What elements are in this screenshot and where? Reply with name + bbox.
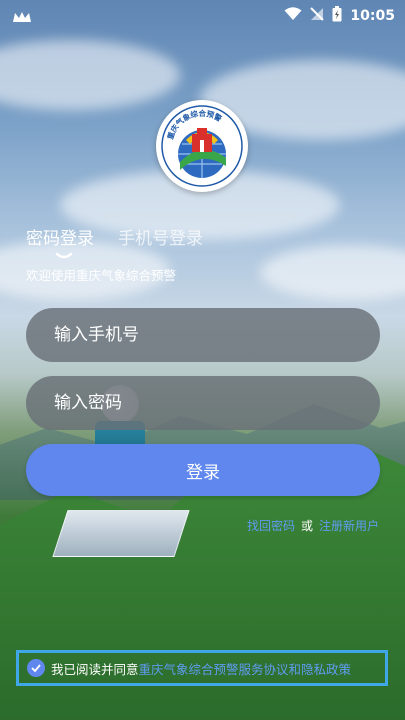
- phone-field: [26, 308, 380, 362]
- cloud: [260, 245, 405, 300]
- wifi-icon: [284, 7, 302, 25]
- password-input[interactable]: [52, 392, 380, 414]
- password-field: [26, 376, 380, 430]
- cloud: [0, 40, 180, 110]
- agreement-checkbox[interactable]: [27, 659, 45, 677]
- agreement-text: 我已阅读并同意: [51, 661, 139, 677]
- tab-indicator: [55, 252, 73, 259]
- battery-charging-icon: [332, 6, 342, 26]
- welcome-text: 欢迎使用重庆气象综合预警: [26, 268, 177, 283]
- tab-phone-login[interactable]: 手机号登录: [118, 224, 203, 249]
- agreement-row: 我已阅读并同意 重庆气象综合预警服务协议和隐私政策: [16, 650, 388, 686]
- app-logo: 重庆气象综合预警: [156, 100, 248, 192]
- status-bar: 10:05: [0, 0, 405, 30]
- checkmark-icon: [31, 664, 41, 673]
- phone-input[interactable]: [52, 324, 380, 346]
- forgot-password-link[interactable]: 找回密码: [247, 517, 295, 534]
- logo-emblem-icon: 重庆气象综合预警: [158, 102, 246, 190]
- glass-building: [52, 510, 190, 557]
- status-time: 10:05: [350, 8, 395, 24]
- status-right: 10:05: [284, 6, 395, 26]
- no-signal-icon: [310, 7, 325, 25]
- policy-link[interactable]: 重庆气象综合预警服务协议和隐私政策: [139, 659, 352, 678]
- or-text: 或: [300, 519, 313, 533]
- login-button[interactable]: 登录: [26, 444, 380, 496]
- register-link[interactable]: 注册新用户: [319, 517, 379, 534]
- tab-password-login[interactable]: 密码登录: [26, 224, 94, 249]
- crown-icon: [12, 9, 32, 28]
- login-tabs: 密码登录 手机号登录: [26, 224, 203, 249]
- login-screen: 10:05 重庆气象综合预警 密码登录 手机号登录 欢迎使用重庆气象综合预警 输…: [0, 0, 405, 720]
- account-links: 找回密码 或 注册新用户: [247, 517, 379, 534]
